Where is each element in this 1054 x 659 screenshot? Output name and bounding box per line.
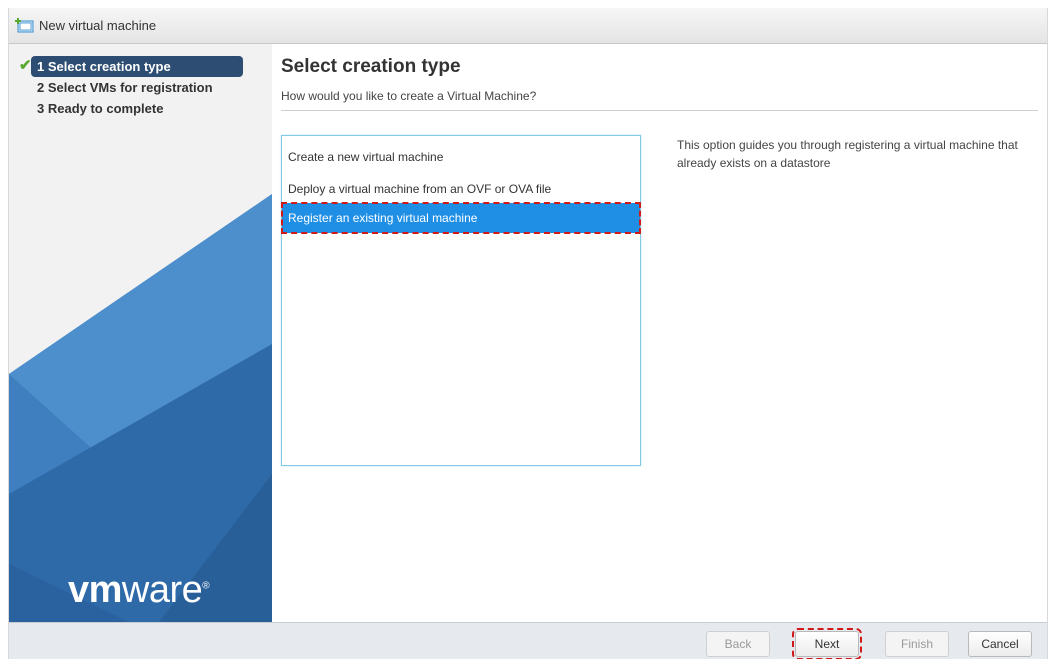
step-select-creation-type[interactable]: 1 Select creation type (31, 56, 243, 77)
option-deploy-from-ovf-ova[interactable]: Deploy a virtual machine from an OVF or … (282, 174, 640, 204)
option-register-existing-vm[interactable]: Register an existing virtual machine (281, 202, 641, 234)
step-select-vms-for-registration[interactable]: 2 Select VMs for registration (37, 77, 272, 98)
step-ready-to-complete[interactable]: 3 Ready to complete (37, 98, 272, 119)
wizard-steps: 1 Select creation type 2 Select VMs for … (9, 56, 272, 119)
creation-type-list[interactable]: Create a new virtual machine Deploy a vi… (281, 135, 641, 466)
sidebar-background-art (9, 194, 272, 622)
wizard-main-panel: Select creation type How would you like … (272, 44, 1047, 622)
page-subtitle: How would you like to create a Virtual M… (281, 89, 537, 103)
option-create-new-vm[interactable]: Create a new virtual machine (282, 142, 640, 172)
new-vm-icon (15, 17, 35, 35)
option-description: This option guides you through registeri… (677, 138, 1018, 170)
next-button[interactable]: Next (792, 628, 862, 659)
finish-button[interactable]: Finish (885, 631, 949, 657)
window-title: New virtual machine (39, 18, 157, 33)
wizard-footer: Back Next Finish Cancel (9, 622, 1047, 659)
back-button[interactable]: Back (706, 631, 770, 657)
cancel-button[interactable]: Cancel (968, 631, 1032, 657)
vmware-logo: vmware® (68, 569, 210, 611)
wizard-sidebar: ✔ 1 Select creation type 2 Select VMs fo… (9, 44, 272, 622)
divider (281, 110, 1038, 111)
new-vm-wizard-window: New virtual machine ✔ 1 Select creation … (8, 8, 1048, 659)
page-title: Select creation type (281, 56, 461, 77)
window-titlebar: New virtual machine (9, 8, 1047, 44)
